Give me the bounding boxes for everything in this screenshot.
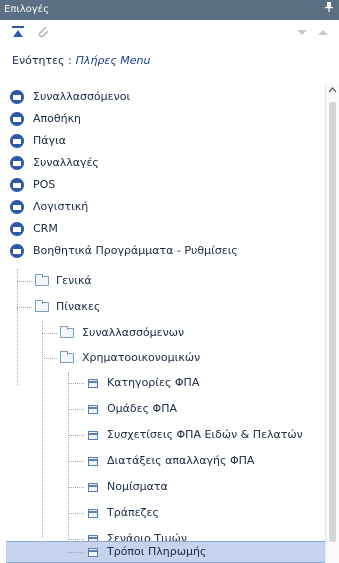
scrollbar-thumb[interactable]: [329, 102, 336, 542]
document-icon: [88, 379, 98, 388]
document-icon: [88, 431, 98, 440]
tree-item-chrimatooikonomikon[interactable]: Χρηματοοικονομικών: [0, 347, 325, 369]
tree-item-diataxeis-apallagis[interactable]: Διατάξεις απαλλαγής ΦΠΑ: [0, 450, 325, 472]
pin-icon[interactable]: [325, 0, 333, 20]
document-icon: [88, 483, 98, 492]
folder-open-icon: [60, 351, 74, 363]
tree-item-logistiki[interactable]: Λογιστική: [0, 196, 325, 218]
tree-item-tropoi-pliromis[interactable]: Τρόποι Πληρωμής: [6, 541, 325, 563]
attach-icon[interactable]: [36, 25, 50, 39]
bullet-icon: [10, 178, 24, 192]
bullet-icon: [10, 244, 24, 258]
sections-label: Ενότητες :: [12, 54, 72, 67]
arrow-up-icon[interactable]: [316, 25, 330, 39]
vertical-scrollbar[interactable]: [325, 84, 339, 563]
bullet-icon: [10, 134, 24, 148]
menu-tree: Συναλλασσόμενοι Αποθήκη Πάγια Συναλλαγές…: [0, 84, 325, 563]
panel-titlebar: Επιλογές: [0, 0, 339, 20]
collapse-all-icon[interactable]: [11, 25, 25, 39]
document-icon: [88, 509, 98, 518]
tree-item-katigories-fpa[interactable]: Κατηγορίες ΦΠΑ: [0, 372, 325, 394]
tree-item-trapezes[interactable]: Τράπεζες: [0, 502, 325, 524]
tree-item-apothiki[interactable]: Αποθήκη: [0, 108, 325, 130]
sections-selector[interactable]: Ενότητες : Πλήρες Menu: [12, 50, 151, 72]
folder-icon: [35, 274, 49, 286]
bullet-icon: [10, 156, 24, 170]
bullet-icon: [10, 90, 24, 104]
bullet-icon: [10, 112, 24, 126]
panel-title: Επιλογές: [4, 4, 49, 15]
document-icon: [88, 548, 98, 557]
tree-item-pagia[interactable]: Πάγια: [0, 130, 325, 152]
bullet-icon: [10, 200, 24, 214]
arrow-down-icon[interactable]: [295, 25, 309, 39]
tree-item-omades-fpa[interactable]: Ομάδες ΦΠΑ: [0, 398, 325, 420]
tree-item-pos[interactable]: POS: [0, 174, 325, 196]
toolbar: [0, 20, 339, 44]
tree-item-synallassomenoi[interactable]: Συναλλασσόμενοι: [0, 86, 325, 108]
sections-value[interactable]: Πλήρες Menu: [76, 54, 151, 67]
tree-item-synallassomenon[interactable]: Συναλλασσόμενων: [0, 322, 325, 344]
bullet-icon: [10, 222, 24, 236]
tree-item-genika[interactable]: Γενικά: [0, 270, 325, 292]
tree-item-synallages[interactable]: Συναλλαγές: [0, 152, 325, 174]
scroll-up-icon[interactable]: [328, 86, 337, 96]
tree-item-voithitika[interactable]: Βοηθητικά Προγράμματα - Ρυθμίσεις: [0, 240, 325, 262]
tree-item-syscheiseis-fpa[interactable]: Συσχετίσεις ΦΠΑ Ειδών & Πελατών: [0, 424, 325, 446]
tree-connector: [68, 552, 84, 553]
document-icon: [88, 405, 98, 414]
tree-item-nomismata[interactable]: Νομίσματα: [0, 476, 325, 498]
document-icon: [88, 457, 98, 466]
folder-open-icon: [35, 300, 49, 312]
tree-item-crm[interactable]: CRM: [0, 218, 325, 240]
folder-icon: [60, 326, 74, 338]
tree-item-pinakes[interactable]: Πίνακες: [0, 296, 325, 318]
